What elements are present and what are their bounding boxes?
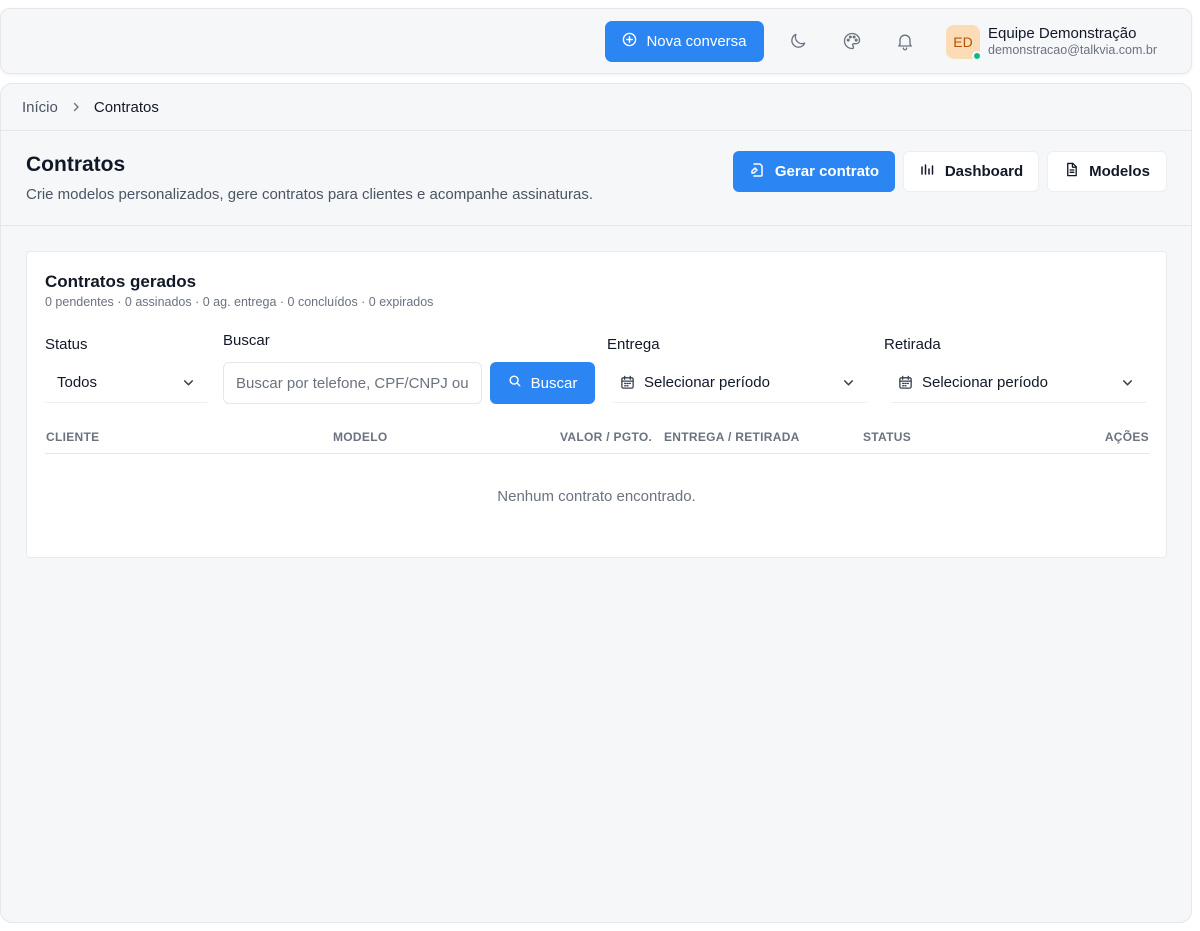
chevron-down-icon	[1121, 376, 1134, 393]
new-conversation-label: Nova conversa	[646, 33, 747, 50]
bell-icon[interactable]	[893, 29, 917, 53]
document-icon	[1064, 162, 1079, 181]
templates-button[interactable]: Modelos	[1047, 151, 1167, 192]
contracts-summary: 0 pendentes · 0 assinados · 0 ag. entreg…	[45, 295, 434, 309]
user-email: demonstracao@talkvia.com.br	[988, 43, 1158, 57]
column-header-value-payment: VALOR / PGTO.	[560, 430, 653, 444]
delivery-period-select[interactable]: Selecionar período	[613, 362, 867, 403]
column-header-model: MODELO	[333, 430, 388, 444]
chart-icon	[919, 162, 935, 182]
column-header-status: STATUS	[863, 430, 912, 444]
main-panel: Início Contratos Contratos Crie modelos …	[0, 83, 1192, 923]
search-label: Buscar	[223, 332, 270, 349]
card-title: Contratos gerados	[45, 272, 197, 291]
status-filter-select[interactable]: Todos	[45, 362, 207, 403]
search-button-label: Buscar	[530, 374, 578, 392]
status-filter-value: Todos	[57, 373, 98, 391]
breadcrumb-home-link[interactable]: Início	[22, 99, 58, 116]
search-icon	[508, 374, 522, 392]
chevron-down-icon	[842, 376, 855, 393]
dashboard-label: Dashboard	[944, 163, 1024, 180]
dashboard-button[interactable]: Dashboard	[903, 151, 1039, 192]
chat-plus-icon	[622, 32, 637, 51]
search-button[interactable]: Buscar	[490, 362, 595, 404]
column-header-actions: AÇÕES	[1104, 430, 1149, 444]
page-title: Contratos	[26, 153, 126, 176]
column-header-client: CLIENTE	[46, 430, 100, 444]
page-header: Contratos Crie modelos personalizados, g…	[1, 131, 1191, 226]
page-subtitle: Crie modelos personalizados, gere contra…	[26, 186, 593, 203]
moon-icon[interactable]	[786, 29, 810, 53]
calendar-icon	[898, 375, 913, 390]
chevron-right-icon	[70, 101, 82, 113]
avatar-initials: ED	[953, 34, 973, 50]
user-name: Equipe Demonstração	[988, 25, 1137, 42]
table-header: CLIENTE MODELO VALOR / PGTO. ENTREGA / R…	[45, 424, 1149, 454]
breadcrumb-current: Contratos	[93, 98, 159, 116]
breadcrumb: Início Contratos	[1, 84, 1191, 131]
pickup-period-value: Selecionar período	[922, 373, 1048, 391]
pickup-period-select[interactable]: Selecionar período	[891, 362, 1146, 403]
chevron-down-icon	[182, 376, 195, 393]
delivery-period-value: Selecionar período	[644, 373, 770, 391]
pickup-filter-label: Retirada	[884, 336, 941, 353]
contracts-card: Contratos gerados 0 pendentes · 0 assina…	[26, 251, 1167, 558]
contract-sign-icon	[749, 162, 765, 182]
status-filter-label: Status	[45, 336, 88, 353]
avatar[interactable]: ED	[946, 25, 982, 61]
palette-icon[interactable]	[840, 29, 864, 53]
new-conversation-button[interactable]: Nova conversa	[605, 21, 764, 62]
column-header-delivery-pickup: ENTREGA / RETIRADA	[664, 430, 800, 444]
templates-label: Modelos	[1089, 163, 1150, 180]
calendar-icon	[620, 375, 635, 390]
empty-state-message: Nenhum contrato encontrado.	[497, 488, 696, 505]
search-input[interactable]	[223, 362, 482, 404]
generate-contract-button[interactable]: Gerar contrato	[733, 151, 895, 192]
delivery-filter-label: Entrega	[607, 336, 660, 353]
online-status-dot	[972, 51, 982, 61]
top-bar: Nova conversa ED Equipe Demonstração dem…	[0, 8, 1192, 74]
generate-contract-label: Gerar contrato	[774, 163, 880, 180]
